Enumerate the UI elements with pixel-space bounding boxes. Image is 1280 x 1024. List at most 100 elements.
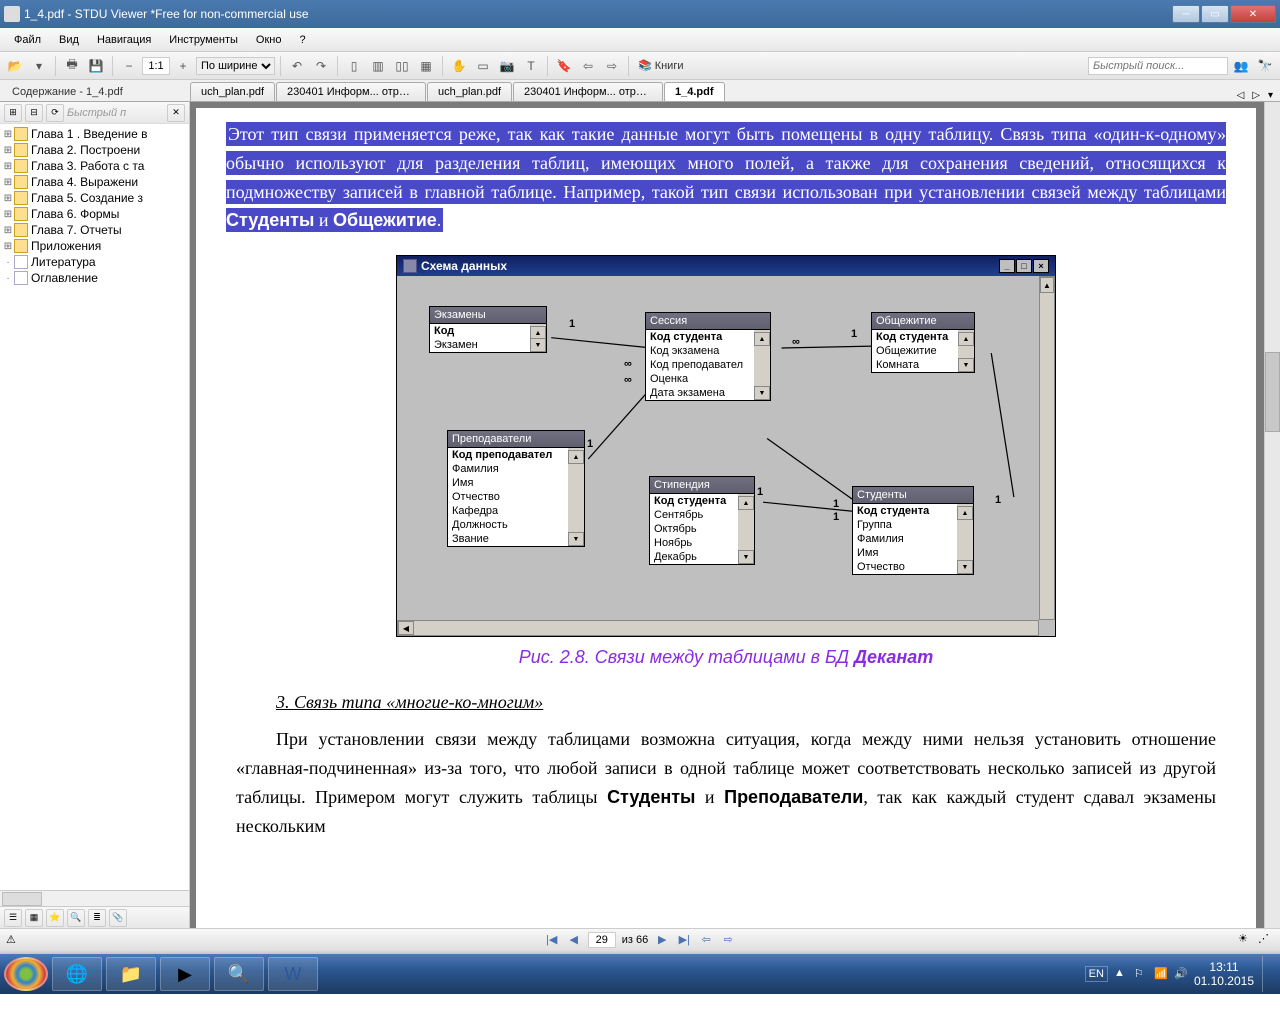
zoom-out-button[interactable]: − bbox=[118, 55, 140, 77]
table-field[interactable]: Код bbox=[430, 324, 546, 338]
tree-item[interactable]: ·Литература bbox=[2, 254, 187, 270]
tree-item[interactable]: ⊞Глава 4. Выражени bbox=[2, 174, 187, 190]
bookmark-button[interactable]: 🔖 bbox=[553, 55, 575, 77]
tile-button[interactable]: ▦ bbox=[415, 55, 437, 77]
expander-icon[interactable]: ⊞ bbox=[2, 129, 14, 140]
table-field[interactable]: Код экзамена bbox=[646, 344, 770, 358]
expander-icon[interactable]: ⊞ bbox=[2, 161, 14, 172]
document-view[interactable]: Этот тип связи применяется реже, так как… bbox=[190, 102, 1280, 928]
resize-grip[interactable]: ⋰ bbox=[1258, 932, 1274, 948]
scroll-down-icon[interactable]: ▼ bbox=[568, 532, 584, 546]
minimize-button[interactable]: ─ bbox=[1172, 5, 1200, 23]
table-header[interactable]: Сессия bbox=[646, 313, 770, 330]
tab-0[interactable]: uch_plan.pdf bbox=[190, 82, 275, 101]
table-header[interactable]: Преподаватели bbox=[448, 431, 584, 448]
table-session[interactable]: СессияКод студентаКод экзаменаКод препод… bbox=[645, 312, 771, 401]
last-page-button[interactable]: ▶| bbox=[676, 932, 692, 948]
table-field[interactable]: Фамилия bbox=[448, 462, 584, 476]
view-layers-button[interactable]: ≣ bbox=[88, 909, 106, 927]
page-number-input[interactable] bbox=[588, 932, 616, 948]
table-field[interactable]: Код преподавател bbox=[448, 448, 584, 462]
status-warn-icon[interactable]: ⚠ bbox=[6, 933, 16, 946]
tree-item[interactable]: ⊞Глава 6. Формы bbox=[2, 206, 187, 222]
prev-page-button[interactable]: ◀ bbox=[566, 932, 582, 948]
schema-vscrollbar[interactable]: ▲ bbox=[1039, 276, 1055, 620]
tab-4[interactable]: 1_4.pdf bbox=[664, 82, 725, 101]
expander-icon[interactable]: · bbox=[2, 273, 14, 284]
schema-hscrollbar[interactable]: ◀ bbox=[397, 620, 1039, 636]
clear-search-button[interactable]: ✕ bbox=[167, 104, 185, 122]
first-page-button[interactable]: |◀ bbox=[544, 932, 560, 948]
continuous-button[interactable]: ▥ bbox=[367, 55, 389, 77]
table-field[interactable]: Код студента bbox=[853, 504, 973, 518]
single-page-button[interactable]: ▯ bbox=[343, 55, 365, 77]
tree-item[interactable]: ⊞Приложения bbox=[2, 238, 187, 254]
table-field[interactable]: Ноябрь bbox=[650, 536, 754, 550]
schema-maximize-button[interactable]: □ bbox=[1016, 259, 1032, 273]
tree-item[interactable]: ·Оглавление bbox=[2, 270, 187, 286]
expander-icon[interactable]: ⊞ bbox=[2, 193, 14, 204]
view-contents-button[interactable]: ☰ bbox=[4, 909, 22, 927]
next-page-button[interactable]: ▶ bbox=[654, 932, 670, 948]
tree-item[interactable]: ⊞Глава 2. Построени bbox=[2, 142, 187, 158]
table-header[interactable]: Стипендия bbox=[650, 477, 754, 494]
forward-button[interactable]: ⇨ bbox=[720, 932, 736, 948]
expander-icon[interactable]: ⊞ bbox=[2, 209, 14, 220]
zoom-mode-select[interactable]: По ширине bbox=[196, 57, 275, 75]
back-button[interactable]: ⇦ bbox=[698, 932, 714, 948]
table-field[interactable]: Имя bbox=[448, 476, 584, 490]
document-vscrollbar[interactable] bbox=[1264, 102, 1280, 928]
hand-tool-button[interactable]: ✋ bbox=[448, 55, 470, 77]
tray-clock[interactable]: 13:11 01.10.2015 bbox=[1194, 960, 1254, 989]
table-students[interactable]: СтудентыКод студентаГруппаФамилияИмяОтче… bbox=[852, 486, 974, 575]
rotate-right-button[interactable]: ↷ bbox=[310, 55, 332, 77]
table-field[interactable]: Экзамен bbox=[430, 338, 546, 352]
tree-item[interactable]: ⊞Глава 1 . Введение в bbox=[2, 126, 187, 142]
save-button[interactable]: 💾 bbox=[85, 55, 107, 77]
schema-close-button[interactable]: × bbox=[1033, 259, 1049, 273]
table-hostel[interactable]: ОбщежитиеКод студентаОбщежитиеКомната▲▼ bbox=[871, 312, 975, 373]
sync-button[interactable]: ⟳ bbox=[46, 104, 64, 122]
table-field[interactable]: Кафедра bbox=[448, 504, 584, 518]
tray-flag-icon[interactable]: ▲ bbox=[1114, 967, 1128, 981]
menu-view[interactable]: Вид bbox=[51, 32, 87, 48]
scroll-up-icon[interactable]: ▲ bbox=[958, 332, 974, 346]
tab-3[interactable]: 230401 Информ... отраслям).pdf bbox=[513, 82, 663, 101]
expander-icon[interactable]: ⊞ bbox=[2, 177, 14, 188]
table-field[interactable]: Код преподавател bbox=[646, 358, 770, 372]
table-header[interactable]: Общежитие bbox=[872, 313, 974, 330]
table-field[interactable]: Должность bbox=[448, 518, 584, 532]
schema-minimize-button[interactable]: _ bbox=[999, 259, 1015, 273]
table-field[interactable]: Отчество bbox=[853, 560, 973, 574]
table-field[interactable]: Отчество bbox=[448, 490, 584, 504]
select-tool-button[interactable]: ▭ bbox=[472, 55, 494, 77]
tab-next-button[interactable]: ▷ bbox=[1249, 90, 1263, 101]
menu-window[interactable]: Окно bbox=[248, 32, 290, 48]
expander-icon[interactable]: ⊞ bbox=[2, 145, 14, 156]
taskbar-stdu[interactable]: 🔍 bbox=[214, 957, 264, 991]
table-stipend[interactable]: СтипендияКод студентаСентябрьОктябрьНояб… bbox=[649, 476, 755, 565]
expand-all-button[interactable]: ⊞ bbox=[4, 104, 22, 122]
scroll-down-icon[interactable]: ▼ bbox=[738, 550, 754, 564]
table-teachers[interactable]: ПреподавателиКод преподавателФамилияИмяО… bbox=[447, 430, 585, 547]
expander-icon[interactable]: ⊞ bbox=[2, 241, 14, 252]
table-field[interactable]: Фамилия bbox=[853, 532, 973, 546]
collapse-all-button[interactable]: ⊟ bbox=[25, 104, 43, 122]
tray-language[interactable]: EN bbox=[1085, 966, 1108, 982]
prev-bookmark-button[interactable]: ⇦ bbox=[577, 55, 599, 77]
zoom-in-button[interactable]: + bbox=[172, 55, 194, 77]
scroll-up-icon[interactable]: ▲ bbox=[568, 450, 584, 464]
tab-prev-button[interactable]: ◁ bbox=[1234, 90, 1248, 101]
tray-volume-icon[interactable]: 🔊 bbox=[1174, 967, 1188, 981]
table-field[interactable]: Код студента bbox=[646, 330, 770, 344]
table-examens[interactable]: ЭкзаменыКодЭкзамен▲▼ bbox=[429, 306, 547, 353]
search-binoculars-icon[interactable]: 🔭 bbox=[1254, 55, 1276, 77]
taskbar-word[interactable]: W bbox=[268, 957, 318, 991]
two-page-button[interactable]: ▯▯ bbox=[391, 55, 413, 77]
close-button[interactable]: ✕ bbox=[1230, 5, 1276, 23]
table-field[interactable]: Дата экзамена bbox=[646, 386, 770, 400]
sidebar-hscrollbar[interactable] bbox=[0, 890, 189, 906]
scroll-down-icon[interactable]: ▼ bbox=[530, 338, 546, 352]
table-header[interactable]: Студенты bbox=[853, 487, 973, 504]
table-field[interactable]: Группа bbox=[853, 518, 973, 532]
